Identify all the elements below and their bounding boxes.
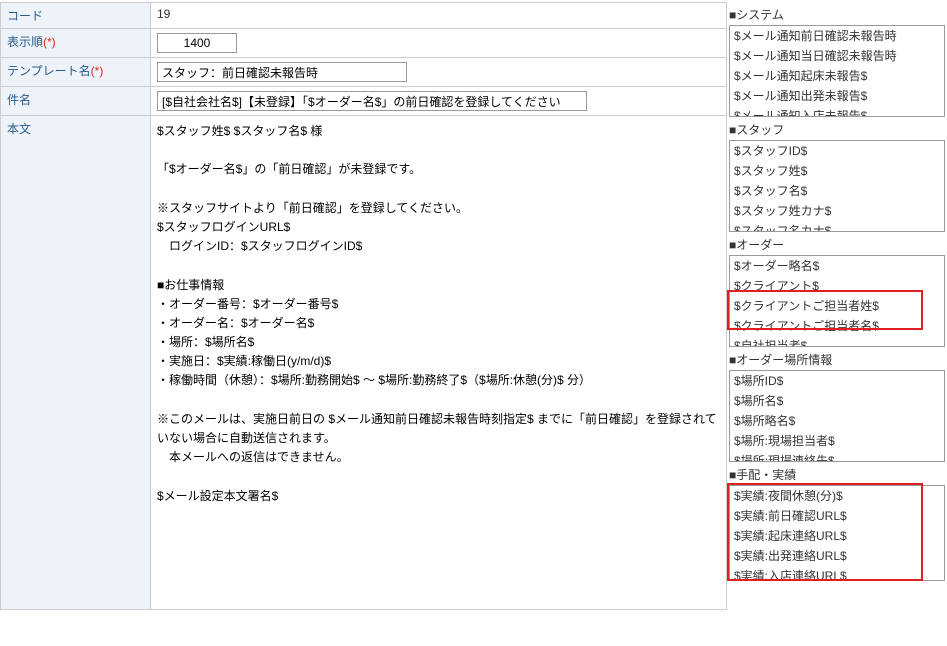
list-item[interactable]: $実績:起床連絡URL$ — [730, 526, 944, 546]
placeholder-panel: ■システム $メール通知前日確認未報告時 $メール通知当日確認未報告時 $メール… — [727, 0, 947, 646]
section-order-location-title: ■オーダー場所情報 — [729, 349, 945, 370]
section-results-title: ■手配・実績 — [729, 464, 945, 485]
listbox-results[interactable]: $実績:夜間休憩(分)$ $実績:前日確認URL$ $実績:起床連絡URL$ $… — [729, 485, 945, 581]
list-item[interactable]: $実績:出発連絡URL$ — [730, 546, 944, 566]
list-item[interactable]: $スタッフ姓$ — [730, 161, 944, 181]
list-item[interactable]: $スタッフID$ — [730, 141, 944, 161]
list-item[interactable]: $クライアントご担当者名$ — [730, 316, 944, 336]
template-name-input[interactable] — [157, 62, 407, 82]
code-label: コード — [1, 3, 151, 29]
listbox-order[interactable]: $オーダー略名$ $クライアント$ $クライアントご担当者姓$ $クライアントご… — [729, 255, 945, 347]
list-item[interactable]: $メール通知前日確認未報告時 — [730, 26, 944, 46]
list-item[interactable]: $場所ID$ — [730, 371, 944, 391]
list-item[interactable]: $実績:入店連絡URL$ — [730, 566, 944, 581]
list-item[interactable]: $スタッフ名カナ$ — [730, 221, 944, 232]
order-label: 表示順 — [7, 35, 43, 49]
list-item[interactable]: $場所名$ — [730, 391, 944, 411]
list-item[interactable]: $メール通知起床未報告$ — [730, 66, 944, 86]
body-label: 本文 — [1, 116, 151, 610]
subject-label: 件名 — [1, 87, 151, 116]
list-item[interactable]: $オーダー略名$ — [730, 256, 944, 276]
code-value: 19 — [151, 3, 727, 29]
template-form: コード 19 表示順(*) テンプレート名(*) 件名 — [0, 2, 727, 610]
listbox-system[interactable]: $メール通知前日確認未報告時 $メール通知当日確認未報告時 $メール通知起床未報… — [729, 25, 945, 117]
subject-input[interactable] — [157, 91, 587, 111]
template-name-required: (*) — [91, 64, 104, 78]
body-textarea[interactable] — [151, 116, 726, 606]
list-item[interactable]: $場所:現場担当者$ — [730, 431, 944, 451]
list-item[interactable]: $スタッフ名$ — [730, 181, 944, 201]
list-item[interactable]: $メール通知入店未報告$ — [730, 106, 944, 117]
list-item[interactable]: $メール通知当日確認未報告時 — [730, 46, 944, 66]
listbox-staff[interactable]: $スタッフID$ $スタッフ姓$ $スタッフ名$ $スタッフ姓カナ$ $スタッフ… — [729, 140, 945, 232]
section-staff-title: ■スタッフ — [729, 119, 945, 140]
order-label-cell: 表示順(*) — [1, 29, 151, 58]
section-system-title: ■システム — [729, 4, 945, 25]
display-order-input[interactable] — [157, 33, 237, 53]
template-name-label: テンプレート名 — [7, 64, 91, 78]
list-item[interactable]: $自社担当者$ — [730, 336, 944, 347]
template-name-label-cell: テンプレート名(*) — [1, 58, 151, 87]
list-item[interactable]: $クライアント$ — [730, 276, 944, 296]
list-item[interactable]: $実績:夜間休憩(分)$ — [730, 486, 944, 506]
section-order-title: ■オーダー — [729, 234, 945, 255]
listbox-order-location[interactable]: $場所ID$ $場所名$ $場所略名$ $場所:現場担当者$ $場所:現場連絡先… — [729, 370, 945, 462]
list-item[interactable]: $場所略名$ — [730, 411, 944, 431]
list-item[interactable]: $メール通知出発未報告$ — [730, 86, 944, 106]
list-item[interactable]: $クライアントご担当者姓$ — [730, 296, 944, 316]
list-item[interactable]: $スタッフ姓カナ$ — [730, 201, 944, 221]
order-required: (*) — [43, 35, 56, 49]
list-item[interactable]: $場所:現場連絡先$ — [730, 451, 944, 462]
list-item[interactable]: $実績:前日確認URL$ — [730, 506, 944, 526]
